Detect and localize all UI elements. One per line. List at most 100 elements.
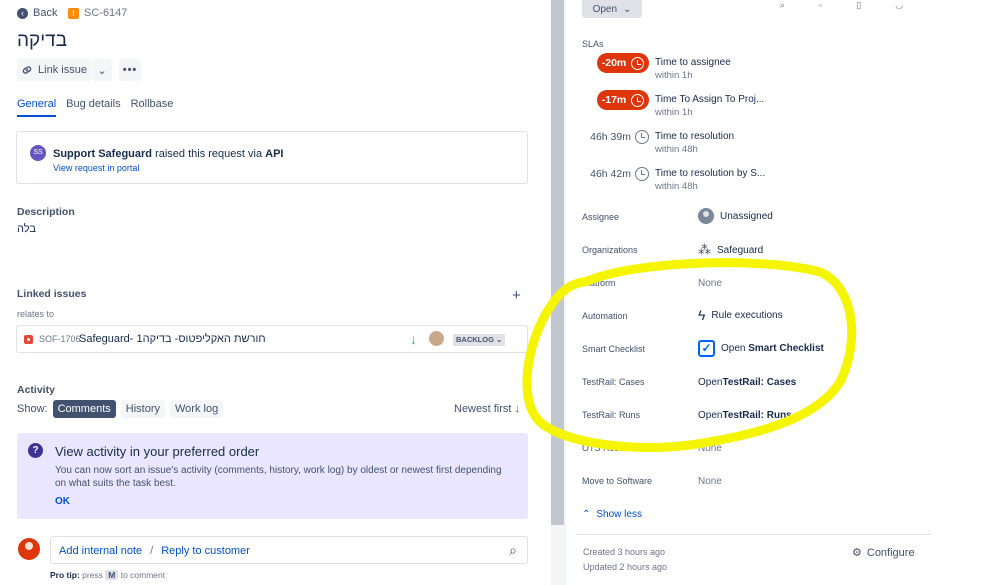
feedback-icon[interactable]: ◡ (895, 0, 903, 11)
reply-to-customer-button[interactable]: Reply to customer (161, 545, 250, 557)
request-info-card: SS Support Safeguard raised this request… (16, 131, 528, 184)
issue-type-icon: ! (68, 7, 79, 19)
search-icon[interactable]: ⌕ (780, 0, 785, 11)
protip-suffix: to comment (118, 570, 166, 580)
protip-prefix: Pro tip: (50, 570, 80, 580)
filter-history[interactable]: History (120, 400, 165, 418)
organizations-value[interactable]: ⁂ Safeguard (698, 242, 763, 258)
yellow-annotation-scribble (522, 258, 857, 452)
sla-goal: within 1h (655, 70, 693, 81)
show-less-link[interactable]: ⌃ Show less (582, 509, 642, 520)
assignee-value[interactable]: Unassigned (698, 208, 773, 224)
sort-order-toggle[interactable]: Newest first ↓ (454, 403, 520, 415)
settings-icon[interactable]: ◦ (819, 0, 822, 11)
comment-box[interactable]: Add internal note / Reply to customer ⌕ (50, 536, 528, 564)
notice-title: View activity in your preferred order (55, 444, 260, 459)
configure-label: Configure (866, 546, 915, 559)
add-internal-note-button[interactable]: Add internal note (59, 545, 142, 557)
page-title[interactable]: בדיקה (17, 30, 67, 52)
request-summary: Support Safeguard raised this request vi… (53, 148, 283, 160)
sla-name: Time To Assign To Proj... (655, 94, 765, 105)
sla-timer: 46h 42m (589, 164, 649, 184)
user-icon (698, 208, 714, 224)
request-channel: API (265, 148, 284, 160)
link-icon (22, 66, 32, 74)
more-actions-button[interactable]: ••• (119, 59, 141, 81)
issue-key-link[interactable]: ! SC-6147 (68, 7, 127, 19)
activity-order-notice: ? View activity in your preferred order … (17, 433, 528, 519)
sla-timer-badge: -20m (597, 53, 649, 73)
linked-issue-summary[interactable]: Safeguard- חורשת האקליפטוס- בדיקה1 (79, 333, 266, 345)
issue-tabs: General Bug details Rollbase (17, 98, 173, 117)
protip-key: M (105, 570, 119, 580)
link-relation-label: relates to (17, 309, 55, 319)
sla-timer-badge: -17m (597, 90, 649, 110)
description-body[interactable]: בלה (17, 223, 36, 235)
show-label: Show: (17, 403, 48, 415)
sla-name: Time to resolution by S... (655, 168, 766, 179)
sla-time: 46h 39m (590, 131, 631, 143)
assignee-text: Unassigned (720, 210, 773, 222)
configure-button[interactable]: ⚙ Configure (852, 546, 915, 560)
sla-timer: 46h 39m (589, 127, 649, 147)
organizations-label: Organizations (582, 245, 638, 255)
back-label: Back (33, 7, 58, 19)
clock-icon (631, 56, 645, 70)
issue-key: SC-6147 (84, 7, 128, 19)
arrow-down-icon: ↓ (514, 403, 521, 415)
share-icon[interactable]: ▯ (856, 0, 861, 11)
paperclip-icon[interactable]: ⌕ (509, 542, 517, 559)
sla-goal: within 48h (655, 144, 698, 155)
notice-body: You can now sort an issue's activity (co… (55, 465, 502, 489)
pro-tip: Pro tip: press M to comment (50, 570, 165, 580)
back-link[interactable]: ‹ Back (17, 7, 57, 19)
linked-issue-row[interactable]: SOF-1706 Safeguard- חורשת האקליפטוס- בדי… (16, 325, 528, 353)
sla-goal: within 48h (655, 181, 698, 192)
chevron-down-icon: ⌄ (97, 64, 107, 77)
move-to-software-value[interactable]: None (698, 476, 722, 487)
sla-name: Time to assignee (655, 57, 731, 68)
move-to-software-label: Move to Software (582, 476, 653, 486)
requester-avatar: SS (30, 145, 46, 161)
show-less-label: Show less (596, 509, 642, 520)
linked-status-badge[interactable]: BACKLOG ⌄ (453, 334, 506, 346)
comment-actions: Add internal note / Reply to customer (59, 545, 250, 557)
tab-rollbase[interactable]: Rollbase (131, 98, 174, 117)
add-link-plus-icon[interactable]: + (512, 287, 521, 304)
link-issue-label: Link issue (38, 64, 87, 76)
protip-press: press (79, 570, 106, 580)
status-dropdown[interactable]: Open ⌄ (582, 0, 642, 18)
organization-icon: ⁂ (698, 242, 711, 257)
assignee-label: Assignee (582, 212, 620, 222)
filter-work-log[interactable]: Work log (170, 400, 224, 418)
question-icon: ? (28, 443, 43, 458)
organizations-text: Safeguard (717, 244, 764, 256)
requester-name[interactable]: Support Safeguard (53, 148, 152, 160)
annotation-stroke (522, 258, 857, 452)
sla-goal: within 1h (655, 107, 693, 118)
created-timestamp: Created 3 hours ago (583, 547, 666, 557)
filter-comments[interactable]: Comments (52, 400, 116, 418)
view-request-link[interactable]: View request in portal (53, 163, 139, 173)
description-heading: Description (17, 206, 75, 218)
clock-icon (631, 93, 645, 107)
sla-time: 46h 42m (590, 168, 631, 180)
priority-low-icon: ↓ (410, 331, 417, 347)
activity-heading: Activity (17, 384, 55, 396)
link-issue-button[interactable]: Link issue (17, 59, 91, 81)
status-label: Open (592, 3, 618, 15)
linked-issues-heading: Linked issues (17, 288, 87, 300)
tab-general[interactable]: General (17, 98, 57, 117)
linked-issue-key[interactable]: SOF-1706 (39, 334, 81, 344)
back-arrow-icon: ‹ (17, 7, 28, 19)
notice-ok-button[interactable]: OK (55, 496, 70, 507)
link-issue-dropdown[interactable]: ⌄ (92, 59, 112, 81)
chevron-up-icon: ⌃ (582, 509, 591, 520)
sidebar-toolbar: ⌕ ◦ ▯ ◡ (780, 0, 903, 11)
comment-separator: / (150, 545, 154, 557)
bug-icon (24, 335, 33, 344)
gear-icon: ⚙ (852, 547, 862, 559)
activity-filter-bar: Show: Comments History Work log (17, 400, 224, 418)
tab-bug-details[interactable]: Bug details (66, 98, 120, 117)
sort-order-label: Newest first (454, 403, 512, 415)
